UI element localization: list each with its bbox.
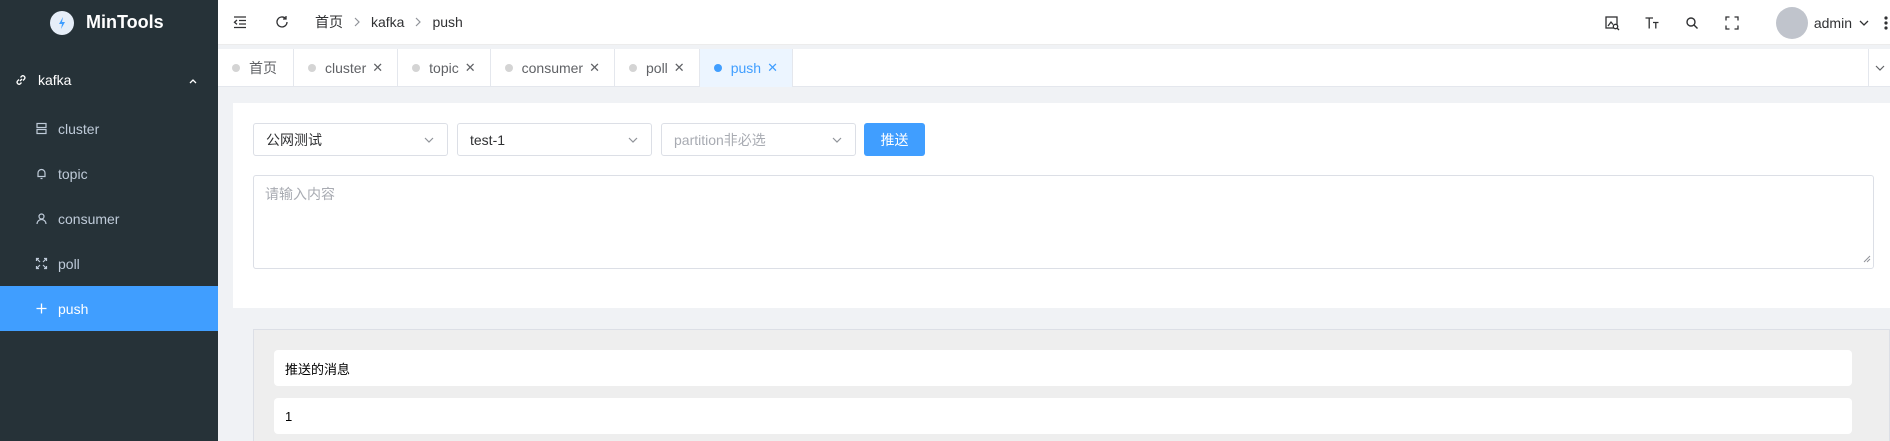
font-size-icon[interactable]	[1643, 14, 1661, 32]
user-icon	[34, 212, 48, 226]
cluster-select-value: 公网测试	[266, 131, 322, 148]
tab-status-dot	[308, 64, 316, 72]
link-icon	[14, 73, 28, 87]
app-title: MinTools	[86, 12, 164, 32]
chevron-down-icon[interactable]	[1858, 17, 1870, 29]
cluster-select[interactable]: 公网测试	[253, 123, 448, 156]
bell-icon	[34, 167, 48, 181]
partition-select-placeholder: partition非必选	[674, 131, 766, 148]
sidebar: MinTools kafka cluster topic consumer po…	[0, 0, 218, 441]
push-form: 公网测试 test-1 partition非必选 推送 请输入内容	[233, 103, 1890, 308]
push-button[interactable]: 推送	[864, 123, 925, 156]
tab-status-dot	[713, 64, 722, 72]
sidebar-item-push[interactable]: push	[0, 286, 218, 331]
fullscreen-icon[interactable]	[1723, 14, 1741, 32]
tab-poll[interactable]: poll ✕	[615, 49, 700, 87]
sidebar-item-label: cluster	[58, 120, 100, 137]
tab-label: topic	[429, 60, 459, 76]
sidebar-item-cluster[interactable]: cluster	[0, 106, 218, 151]
tab-topic[interactable]: topic ✕	[398, 49, 491, 87]
breadcrumb-separator-icon	[353, 15, 361, 30]
header-toolbar: admin	[1603, 0, 1890, 45]
breadcrumb-item-home[interactable]: 首页	[315, 12, 343, 32]
expand-icon	[34, 257, 48, 271]
tab-cluster[interactable]: cluster ✕	[294, 49, 399, 87]
user-name[interactable]: admin	[1814, 15, 1852, 31]
topic-select-value: test-1	[470, 131, 506, 148]
messages-header-label: 推送的消息	[285, 361, 351, 377]
sidebar-item-label: consumer	[58, 210, 120, 227]
server-icon	[34, 122, 48, 136]
close-icon[interactable]: ✕	[589, 60, 600, 76]
sidebar-item-poll[interactable]: poll	[0, 241, 218, 286]
menu-fold-icon[interactable]	[231, 13, 249, 31]
content-textarea[interactable]: 请输入内容	[253, 175, 1874, 269]
breadcrumb-item-kafka[interactable]: kafka	[371, 14, 404, 30]
sidebar-item-label: push	[58, 300, 89, 317]
logo[interactable]: MinTools	[0, 0, 218, 45]
sidebar-group-label: kafka	[38, 71, 72, 88]
plus-icon	[34, 302, 48, 316]
more-vertical-icon[interactable]	[1884, 15, 1888, 31]
breadcrumb-separator-icon	[414, 15, 422, 30]
resize-handle-icon[interactable]	[1863, 250, 1871, 266]
message-item: 1	[274, 398, 1852, 434]
avatar[interactable]	[1775, 6, 1808, 39]
top-header: 首页 kafka push admin	[218, 0, 1890, 45]
sidebar-item-topic[interactable]: topic	[0, 151, 218, 196]
tab-label: poll	[646, 60, 668, 76]
tab-label: consumer	[521, 60, 584, 76]
search-icon[interactable]	[1683, 14, 1701, 32]
breadcrumb-item-push: push	[432, 14, 463, 30]
tab-push[interactable]: push ✕	[699, 49, 793, 87]
messages-header: 推送的消息	[274, 350, 1852, 386]
close-icon[interactable]: ✕	[465, 60, 476, 76]
chevron-down-icon	[831, 133, 843, 149]
logo-icon	[50, 10, 74, 35]
image-search-icon[interactable]	[1603, 14, 1621, 32]
topic-select[interactable]: test-1	[457, 123, 652, 156]
chevron-down-icon	[627, 133, 639, 149]
tab-status-dot	[412, 64, 421, 72]
tab-home[interactable]: 首页	[218, 49, 294, 87]
tab-consumer[interactable]: consumer ✕	[491, 49, 615, 87]
breadcrumb: 首页 kafka push	[315, 12, 463, 32]
tab-label: cluster	[325, 60, 367, 76]
sidebar-item-consumer[interactable]: consumer	[0, 196, 218, 241]
partition-select[interactable]: partition非必选	[661, 123, 856, 156]
close-icon[interactable]: ✕	[674, 60, 685, 76]
tab-status-dot	[232, 64, 240, 72]
sidebar-group-kafka[interactable]: kafka	[0, 53, 218, 106]
sidebar-item-label: topic	[58, 165, 88, 182]
message-text: 1	[285, 408, 293, 424]
close-icon[interactable]: ✕	[372, 60, 383, 76]
chevron-up-icon[interactable]	[188, 73, 198, 89]
tabs-scroll-icon[interactable]	[1868, 49, 1890, 87]
tab-bar: 首页 cluster ✕ topic ✕ consumer ✕ poll ✕ p…	[218, 49, 1890, 87]
close-icon[interactable]: ✕	[767, 60, 778, 76]
content-placeholder: 请输入内容	[265, 186, 335, 202]
tab-status-dot	[629, 64, 637, 72]
tab-status-dot	[504, 64, 513, 72]
sidebar-item-label: poll	[58, 255, 80, 272]
refresh-icon[interactable]	[273, 13, 291, 31]
pushed-messages-panel: 推送的消息 1	[253, 329, 1890, 441]
chevron-down-icon	[423, 133, 435, 149]
tab-label: push	[730, 60, 762, 76]
tab-label: 首页	[249, 60, 277, 76]
